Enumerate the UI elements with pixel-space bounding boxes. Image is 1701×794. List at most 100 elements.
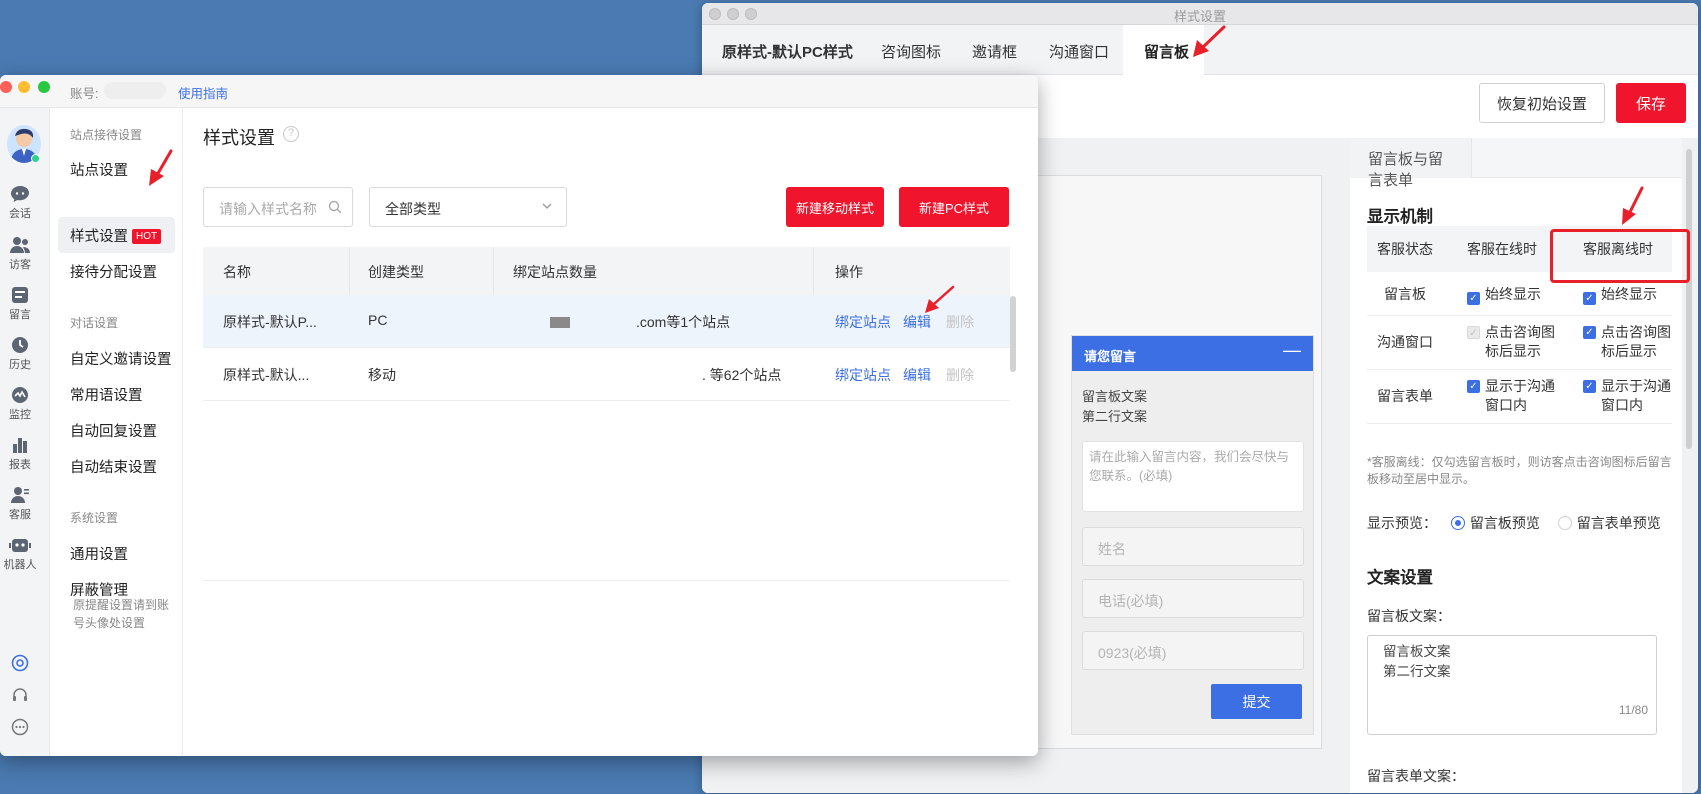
subnav-auto-end[interactable]: 自动结束设置 bbox=[70, 456, 157, 477]
new-mobile-style-button[interactable]: 新建移动样式 bbox=[786, 187, 884, 227]
settings-tabs: 留言板与留言表单 bbox=[1350, 138, 1682, 189]
rail-label: 客服 bbox=[9, 509, 31, 521]
col-type: 创建类型 bbox=[368, 264, 424, 280]
new-pc-style-button[interactable]: 新建PC样式 bbox=[899, 187, 1009, 227]
submit-button[interactable]: 提交 bbox=[1211, 684, 1302, 719]
subnav-site-settings[interactable]: 站点设置 bbox=[70, 159, 128, 180]
chevron-down-icon bbox=[542, 203, 552, 209]
tab-default-pc-style[interactable]: 原样式-默认PC样式 bbox=[722, 41, 853, 62]
table-row[interactable]: 原样式-默认... 移动 . 等62个站点 绑定站点 编辑 删除 bbox=[203, 348, 1010, 401]
guide-link[interactable]: 使用指南 bbox=[178, 83, 228, 102]
rail-history[interactable]: 历史 bbox=[0, 336, 40, 372]
board-preview-radio[interactable]: 留言板预览 bbox=[1450, 515, 1540, 531]
subnav-assignment-settings[interactable]: 接待分配设置 bbox=[70, 261, 157, 282]
subnav-invite-settings[interactable]: 自定义邀请设置 bbox=[70, 348, 172, 369]
reset-default-button[interactable]: 恢复初始设置 bbox=[1479, 83, 1605, 123]
annotation-arrow-icon bbox=[149, 149, 173, 186]
message-textarea[interactable]: 请在此输入留言内容，我们会尽快与您联系。(必填) bbox=[1082, 441, 1304, 512]
save-button[interactable]: 保存 bbox=[1616, 83, 1686, 123]
widget-copy-line-2: 第二行文案 bbox=[1082, 409, 1148, 424]
close-dot[interactable] bbox=[0, 81, 12, 93]
radio-checked-icon bbox=[1450, 516, 1465, 530]
offline-note: *客服离线：仅勾选留言板时，则访客点击咨询图标后留言板移动至居中显示。 bbox=[1367, 455, 1672, 486]
group-dialog: 对话设置 bbox=[70, 316, 119, 330]
board-copy-textarea[interactable]: 留言板文案 第二行文案 11/80 bbox=[1367, 635, 1657, 735]
subnav-general-settings[interactable]: 通用设置 bbox=[70, 543, 128, 564]
more-icon[interactable] bbox=[0, 718, 40, 741]
tab-board-and-form[interactable]: 留言板与留言表单 bbox=[1350, 138, 1472, 189]
clock-icon bbox=[12, 337, 28, 353]
radio-label: 留言表单预览 bbox=[1576, 515, 1661, 531]
message-board-preview: 请您留言 — 留言板文案 第二行文案 请在此输入留言内容，我们会尽快与您联系。(… bbox=[1071, 335, 1314, 735]
rail-reports[interactable]: 报表 bbox=[0, 436, 40, 472]
subnav-auto-reply[interactable]: 自动回复设置 bbox=[70, 420, 157, 441]
chat-online-checkbox: ✓ 点击咨询图标后显示 bbox=[1467, 323, 1567, 361]
rail-robot[interactable]: 机器人 bbox=[0, 536, 40, 572]
table-bottom-line bbox=[203, 580, 1010, 581]
check-icon: ✓ bbox=[1467, 380, 1480, 393]
form-online-checkbox[interactable]: ✓ 显示于沟通窗口内 bbox=[1467, 377, 1567, 415]
style-search-input[interactable]: 请输入样式名称 bbox=[203, 187, 353, 227]
tab-chat-window[interactable]: 沟通窗口 bbox=[1049, 41, 1109, 62]
bind-site-link[interactable]: 绑定站点 bbox=[835, 365, 891, 385]
copy-heading: 文案设置 bbox=[1367, 569, 1433, 587]
name-input[interactable]: 姓名 bbox=[1082, 527, 1304, 566]
form-preview-radio[interactable]: 留言表单预览 bbox=[1557, 515, 1661, 531]
cell-type: 移动 bbox=[368, 367, 396, 383]
subnav-style-settings[interactable]: 样式设置 HOT bbox=[70, 225, 162, 246]
col-name: 名称 bbox=[223, 264, 251, 280]
col-site-count: 绑定站点数量 bbox=[513, 264, 597, 280]
col-actions: 操作 bbox=[835, 264, 863, 280]
table-row: 沟通窗口 ✓ 点击咨询图标后显示 ✓ 点击咨询图标后显示 bbox=[1367, 316, 1672, 370]
rail-visitors[interactable]: 访客 bbox=[0, 236, 40, 272]
radio-empty-icon bbox=[1557, 516, 1572, 530]
table-scrollbar[interactable] bbox=[1010, 296, 1016, 372]
checkbox-label: 点击咨询图标后显示 bbox=[1601, 324, 1671, 359]
subnav-label: 样式设置 bbox=[70, 229, 128, 245]
online-status-dot bbox=[31, 154, 40, 163]
cell-name: 原样式-默认... bbox=[223, 367, 310, 383]
board-offline-checkbox[interactable]: ✓ 始终显示 bbox=[1583, 285, 1657, 305]
tab-invite-box[interactable]: 邀请框 bbox=[972, 41, 1017, 62]
message-icon bbox=[12, 287, 28, 303]
bind-site-link[interactable]: 绑定站点 bbox=[835, 312, 891, 332]
check-icon: ✓ bbox=[1467, 326, 1480, 339]
col-divider bbox=[349, 247, 350, 295]
rail-chat[interactable]: 会话 bbox=[0, 185, 40, 221]
settings-scrollbar[interactable] bbox=[1686, 149, 1692, 449]
custom-field-input[interactable]: 0923(必填) bbox=[1082, 631, 1304, 670]
headset-icon[interactable] bbox=[0, 686, 40, 709]
redacted-site bbox=[550, 317, 570, 328]
table-row[interactable]: 原样式-默认P... PC .com等1个站点 绑定站点 编辑 删除 bbox=[203, 295, 1010, 348]
agent-icon bbox=[11, 487, 29, 503]
type-select[interactable]: 全部类型 bbox=[369, 187, 567, 227]
col-status: 客服状态 bbox=[1377, 241, 1433, 257]
window-titlebar: 样式设置 bbox=[702, 3, 1698, 25]
row-label: 留言板 bbox=[1384, 286, 1426, 302]
phone-input[interactable]: 电话(必填) bbox=[1082, 579, 1304, 618]
subnav-phrase-settings[interactable]: 常用语设置 bbox=[70, 384, 143, 405]
rail-monitor[interactable]: 监控 bbox=[0, 386, 40, 422]
board-online-checkbox[interactable]: ✓ 始终显示 bbox=[1467, 285, 1541, 305]
settings-target-icon[interactable] bbox=[0, 654, 40, 677]
preview-radio-group: 显示预览： 留言板预览 留言表单预览 bbox=[1367, 513, 1661, 533]
rail-messages[interactable]: 留言 bbox=[0, 286, 40, 322]
robot-icon bbox=[9, 539, 31, 552]
edit-link[interactable]: 编辑 bbox=[903, 365, 931, 385]
help-icon[interactable]: ? bbox=[283, 126, 299, 142]
char-count: 11/80 bbox=[1618, 703, 1648, 717]
zoom-dot[interactable] bbox=[38, 81, 50, 93]
chat-offline-checkbox[interactable]: ✓ 点击咨询图标后显示 bbox=[1583, 323, 1683, 361]
row-label: 沟通窗口 bbox=[1377, 334, 1433, 350]
form-offline-checkbox[interactable]: ✓ 显示于沟通窗口内 bbox=[1583, 377, 1683, 415]
preview-label: 显示预览： bbox=[1367, 515, 1437, 531]
radio-label: 留言板预览 bbox=[1469, 515, 1540, 531]
tab-consult-icon[interactable]: 咨询图标 bbox=[881, 41, 941, 62]
col-divider bbox=[813, 247, 814, 295]
rail-agents[interactable]: 客服 bbox=[0, 486, 40, 522]
minimize-icon[interactable]: — bbox=[1283, 340, 1301, 361]
search-icon bbox=[328, 200, 342, 214]
row-label: 留言表单 bbox=[1377, 388, 1433, 404]
minimize-dot[interactable] bbox=[18, 81, 30, 93]
checkbox-label: 始终显示 bbox=[1601, 286, 1657, 302]
